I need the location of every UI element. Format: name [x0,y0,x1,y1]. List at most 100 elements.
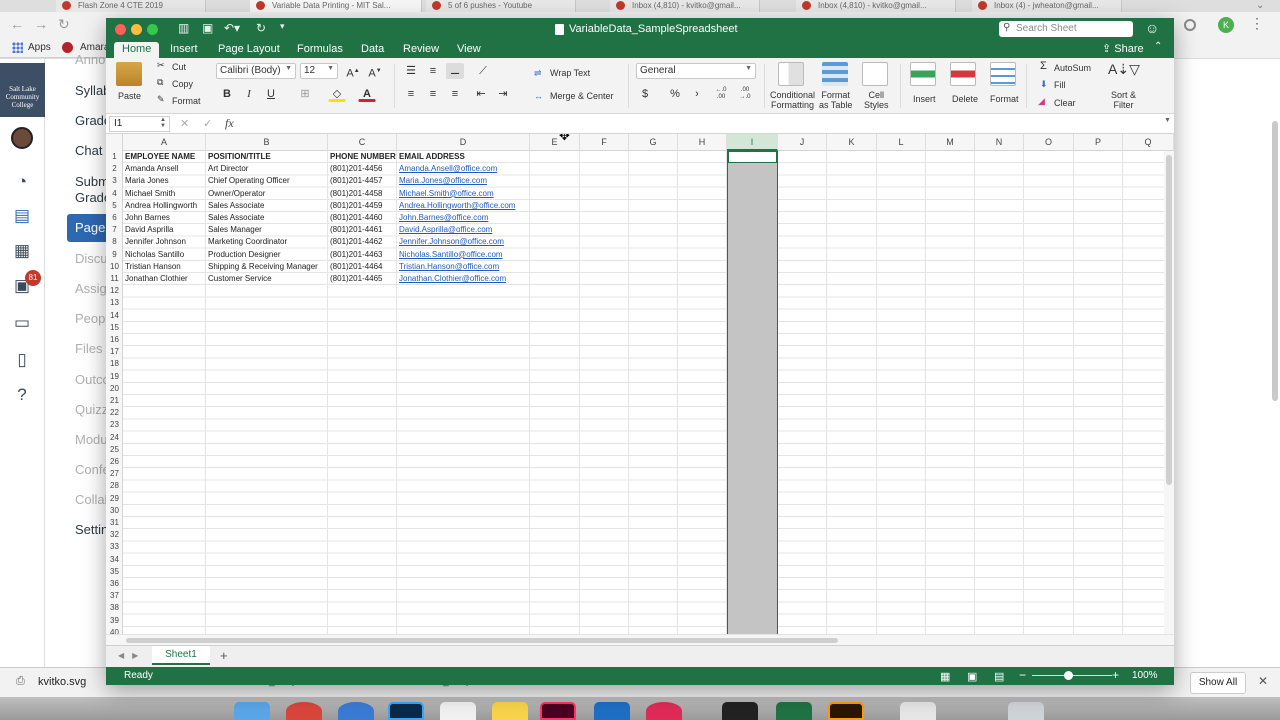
underline-button[interactable]: U [262,86,280,102]
data-cell[interactable]: David Asprilla [123,224,206,236]
zoom-slider-handle[interactable] [1064,671,1073,680]
row-header-19[interactable]: 19 [106,371,123,383]
row-header-8[interactable]: 8 [106,236,123,248]
row-header-20[interactable]: 20 [106,383,123,395]
save-icon[interactable]: ▣ [202,21,213,35]
format-cells-icon[interactable] [990,62,1016,86]
column-header-k[interactable]: K [827,134,877,151]
browser-tab[interactable]: Flash Zone 4 CTE 2019 [56,0,206,12]
column-header-q[interactable]: Q [1123,134,1174,151]
expand-formula-bar-icon[interactable]: ▼ [1164,117,1171,124]
wrap-text-button[interactable]: Wrap Text [550,68,590,78]
column-header-n[interactable]: N [975,134,1024,151]
row-header-15[interactable]: 15 [106,322,123,334]
row-header-13[interactable]: 13 [106,297,123,309]
sheet-nav-arrows-icon[interactable]: ◀▶ [118,651,146,660]
email-link-cell[interactable]: David.Asprilla@office.com [397,224,560,236]
normal-view-icon[interactable]: ▦ [940,670,950,683]
forward-arrow-icon[interactable]: → [34,16,48,32]
format-painter-icon[interactable]: ✎ [157,94,165,104]
row-header-34[interactable]: 34 [106,554,123,566]
zoom-level[interactable]: 100% [1132,670,1158,681]
comma-style-button[interactable]: › [688,86,706,102]
redo-icon[interactable]: ↻ [256,21,266,35]
header-cell[interactable]: POSITION/TITLE [206,151,328,163]
browser-menu-icon[interactable]: ⋮ [1250,16,1264,30]
borders-icon[interactable]: ⊞ [296,86,314,102]
email-link-cell[interactable]: Jonathan.Clothier@office.com [397,273,560,285]
trash-icon[interactable] [1008,702,1044,720]
documents-folder-icon[interactable] [900,702,936,720]
decrease-indent-icon[interactable]: ⇤ [472,86,490,102]
data-cell[interactable]: (801)201-4457 [328,175,397,187]
fill-color-icon[interactable]: ◇ [328,86,346,102]
data-cell[interactable]: (801)201-4463 [328,249,397,261]
column-header-d[interactable]: D [397,134,530,151]
clear-button[interactable]: Clear [1054,98,1076,108]
notes-app-icon[interactable] [492,702,528,720]
photoshop-app-icon[interactable] [388,702,424,720]
data-cell[interactable]: (801)201-4461 [328,224,397,236]
collapse-ribbon-icon[interactable]: ⌃ [1154,41,1162,52]
safari-app-icon[interactable] [338,702,374,720]
increase-decimal-button[interactable]: ←.0 .00 [712,86,730,102]
browser-tab[interactable]: Inbox (4) - jwheaton@gmail... [972,0,1122,12]
data-cell[interactable]: (801)201-4465 [328,273,397,285]
autosum-button[interactable]: AutoSum [1054,63,1091,73]
share-button[interactable]: ⇪ Share [1102,42,1144,55]
email-link-cell[interactable]: Andrea.Hollingworth@office.com [397,200,560,212]
row-header-10[interactable]: 10 [106,261,123,273]
data-cell[interactable]: Chief Operating Officer [206,175,328,187]
finder-app-icon[interactable] [234,702,270,720]
page-break-view-icon[interactable]: ▤ [994,670,1004,683]
align-bottom-icon[interactable]: ⚊ [446,63,464,79]
copy-icon[interactable]: ⧉ [157,77,163,87]
align-left-icon[interactable]: ≡ [402,86,420,102]
row-header-14[interactable]: 14 [106,310,123,322]
sheet-tab-sheet1[interactable]: Sheet1 [152,646,210,665]
data-cell[interactable]: Amanda Ansell [123,163,206,175]
customize-toolbar-icon[interactable]: ▾ [280,21,285,32]
row-header-11[interactable]: 11 [106,273,123,285]
currency-button[interactable]: $ [636,86,654,102]
bookmark-apps[interactable]: Apps [28,42,51,53]
row-header-35[interactable]: 35 [106,566,123,578]
back-arrow-icon[interactable]: ← [10,16,24,32]
header-cell[interactable]: PHONE NUMBER [328,151,397,163]
cell-area[interactable]: EMPLOYEE NAME POSITION/TITLE PHONE NUMBER E… [123,151,1174,652]
header-cell[interactable]: EMPLOYEE NAME [123,151,206,163]
bold-button[interactable]: B [218,86,236,102]
download-item[interactable]: kvitko.svg [38,676,86,688]
zoom-out-icon[interactable]: − [1019,668,1026,682]
tab-page-layout[interactable]: Page Layout [218,42,280,58]
column-header-j[interactable]: J [778,134,827,151]
row-header-30[interactable]: 30 [106,505,123,517]
column-header-p[interactable]: P [1074,134,1123,151]
row-header-24[interactable]: 24 [106,432,123,444]
email-link-cell[interactable]: Michael.Smith@office.com [397,188,560,200]
horizontal-scrollbar[interactable] [106,634,1174,645]
tab-formulas[interactable]: Formulas [297,42,343,58]
row-header-25[interactable]: 25 [106,444,123,456]
cell-styles-button[interactable]: Cell Styles [864,90,889,110]
row-header-32[interactable]: 32 [106,529,123,541]
align-center-icon[interactable]: ≡ [424,86,442,102]
fill-icon[interactable]: ⬇ [1040,79,1048,89]
column-header-i[interactable]: I [727,134,778,151]
row-header-4[interactable]: 4 [106,188,123,200]
row-header-31[interactable]: 31 [106,517,123,529]
row-header-12[interactable]: 12 [106,285,123,297]
cell-styles-icon[interactable] [862,62,888,86]
data-cell[interactable]: Shipping & Receiving Manager [206,261,328,273]
formula-input[interactable] [244,116,1164,132]
decrease-decimal-button[interactable]: .00 →.0 [736,86,754,102]
font-size-select[interactable]: 12 ▼ [300,63,338,79]
college-logo[interactable]: Salt Lake Community College [0,63,45,117]
help-icon[interactable]: ? [11,384,33,406]
indesign-app-icon[interactable] [540,702,576,720]
percent-button[interactable]: % [666,86,684,102]
course-nav-files[interactable]: Files [75,341,102,356]
cut-button[interactable]: Cut [172,62,186,72]
data-cell[interactable]: Art Director [206,163,328,175]
apps-grid-icon[interactable] [12,42,23,53]
